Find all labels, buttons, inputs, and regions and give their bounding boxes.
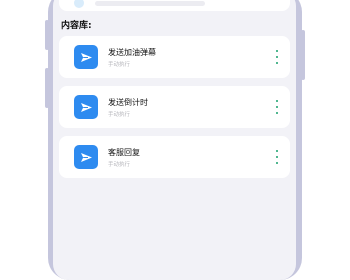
faded-text bbox=[95, 1, 205, 6]
content-item[interactable]: 客服回复 手动执行 bbox=[59, 136, 290, 178]
item-title: 发送倒计时 bbox=[108, 98, 148, 107]
app-screen: 内容库: 发送加油弹幕 手动执行 发送倒计时 手动执行 客服回复 手动执行 bbox=[53, 0, 296, 280]
content-item[interactable]: 发送加油弹幕 手动执行 bbox=[59, 36, 290, 78]
item-title: 客服回复 bbox=[108, 148, 140, 157]
faded-icon bbox=[74, 0, 84, 8]
send-icon bbox=[74, 145, 98, 169]
item-title: 发送加油弹幕 bbox=[108, 48, 156, 57]
phone-side-button-right bbox=[301, 30, 305, 80]
partial-card bbox=[59, 0, 290, 11]
more-options-icon[interactable] bbox=[274, 100, 280, 114]
item-subtitle: 手动执行 bbox=[108, 162, 131, 168]
content-item[interactable]: 发送倒计时 手动执行 bbox=[59, 86, 290, 128]
section-title: 内容库: bbox=[61, 21, 92, 31]
send-icon bbox=[74, 45, 98, 69]
send-icon bbox=[74, 95, 98, 119]
more-options-icon[interactable] bbox=[274, 50, 280, 64]
phone-side-button-left-2 bbox=[45, 68, 49, 108]
more-options-icon[interactable] bbox=[274, 150, 280, 164]
phone-side-button-left-1 bbox=[45, 20, 49, 50]
item-subtitle: 手动执行 bbox=[108, 112, 131, 118]
item-subtitle: 手动执行 bbox=[108, 62, 131, 68]
